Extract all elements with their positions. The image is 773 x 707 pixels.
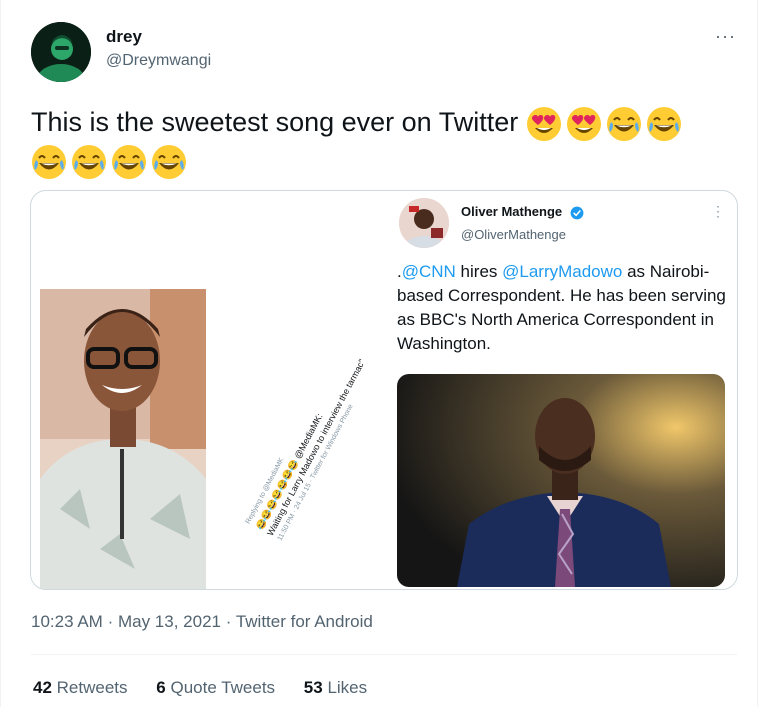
tweet-time-link[interactable]: 10:23 AM: [31, 612, 103, 631]
tweet-stats: 42 Retweets 6 Quote Tweets 53 Likes: [33, 678, 391, 698]
meta-separator: ·: [107, 612, 114, 631]
quoted-avatar-image: [399, 198, 449, 248]
tweet-text-content: This is the sweetest song ever on Twitte…: [31, 107, 519, 137]
tweet-timestamp: 10:23 AM · May 13, 2021 · Twitter for An…: [31, 612, 373, 632]
author-handle[interactable]: @Dreymwangi: [106, 52, 211, 70]
author-name[interactable]: drey: [106, 27, 142, 47]
tweet-source-link[interactable]: Twitter for Android: [236, 612, 373, 631]
avatar-image: [31, 22, 91, 82]
likes-count: 53: [303, 678, 323, 697]
tears-of-joy-emoji-icon: [72, 144, 106, 179]
embedded-old-tweet: Replying to @MediaMK 😂😂😂😂😂😂😂 @MediaMK: W…: [243, 344, 379, 543]
tweet-text: This is the sweetest song ever on Twitte…: [31, 104, 731, 180]
tears-of-joy-emoji-icon: [646, 106, 681, 141]
frame-left-border: [0, 0, 1, 707]
quoted-tweet-text: .@CNN hires @LarryMadowo as Nairobi-base…: [397, 260, 727, 356]
retweets-label: Retweets: [56, 678, 128, 697]
tears-of-joy-emoji-icon: [112, 144, 146, 179]
quoted-link-larrymadowo: @LarryMadowo: [502, 262, 623, 281]
retweets-count: 42: [33, 678, 52, 697]
quote-tweets-label: Quote Tweets: [170, 678, 276, 697]
meta-separator-2: ·: [225, 612, 232, 631]
heart-eyes-emoji-icon: [566, 106, 601, 141]
tears-of-joy-emoji-icon: [32, 144, 66, 179]
verified-badge-icon: [570, 206, 584, 219]
tears-of-joy-emoji-icon: [152, 144, 186, 179]
portrait-photo-left: [40, 289, 206, 589]
frame-right-border: [757, 0, 758, 707]
heart-eyes-emoji-icon: [526, 106, 561, 141]
author-avatar[interactable]: [31, 22, 91, 82]
retweets-stat[interactable]: 42 Retweets: [33, 678, 128, 698]
quoted-more-icon: ⋮: [711, 203, 725, 219]
tweet-media-image[interactable]: Replying to @MediaMK 😂😂😂😂😂😂😂 @MediaMK: W…: [30, 190, 738, 590]
quoted-text-part2: hires: [455, 262, 503, 281]
tweet-date-link[interactable]: May 13, 2021: [118, 612, 221, 631]
quoted-link-cnn: @CNN: [401, 262, 456, 281]
quoted-author-name-text: Oliver Mathenge: [461, 204, 563, 219]
quoted-author-handle: @OliverMathenge: [461, 227, 566, 242]
likes-label: Likes: [327, 678, 368, 697]
likes-stat[interactable]: 53 Likes: [304, 678, 367, 698]
quoted-photo: [397, 374, 725, 587]
more-options-icon[interactable]: ···: [715, 26, 736, 47]
tears-of-joy-emoji-icon: [606, 106, 641, 141]
stats-divider: [31, 654, 737, 655]
quote-tweets-count: 6: [156, 678, 166, 697]
quote-tweets-stat[interactable]: 6 Quote Tweets: [156, 678, 275, 698]
quoted-author-avatar: [399, 198, 449, 248]
quoted-author-name: Oliver Mathenge: [461, 204, 584, 220]
